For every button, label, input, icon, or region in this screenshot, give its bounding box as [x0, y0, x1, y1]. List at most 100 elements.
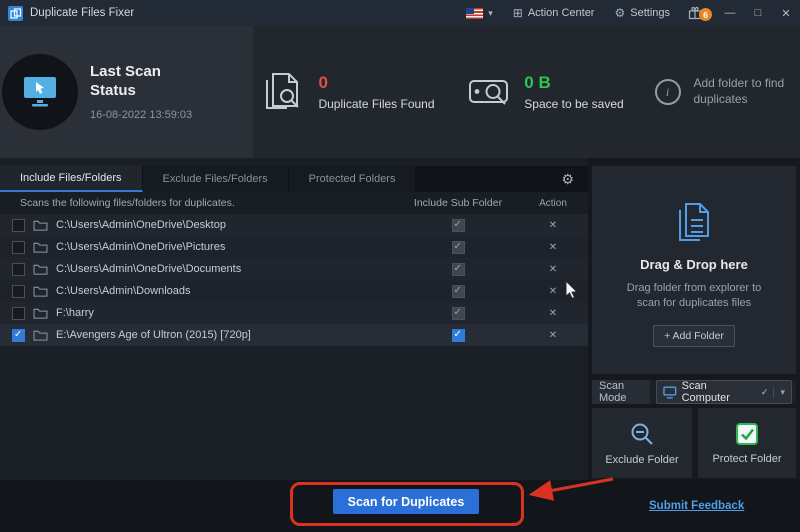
row-subfolder-checkbox[interactable] — [452, 219, 465, 232]
settings-button[interactable]: ⚙ Settings — [604, 7, 680, 19]
space-label: Space to be saved — [524, 97, 623, 111]
row-path-cell: E:\Avengers Age of Ultron (2015) [720p] — [0, 329, 398, 342]
row-subfolder-checkbox[interactable] — [452, 241, 465, 254]
document-icon — [676, 202, 712, 244]
row-select-checkbox[interactable] — [12, 307, 25, 320]
scan-mode-row: Scan Mode Scan Computer ✓ ▾ — [592, 380, 796, 404]
row-subfolder-cell — [398, 241, 518, 254]
table-row[interactable]: C:\Users\Admin\Downloads ✕ — [0, 280, 588, 302]
row-select-checkbox[interactable] — [12, 329, 25, 342]
row-remove-icon[interactable]: ✕ — [518, 308, 588, 319]
table-row[interactable]: E:\Avengers Age of Ultron (2015) [720p] … — [0, 324, 588, 346]
folder-table-body: C:\Users\Admin\OneDrive\Desktop ✕ C:\Use… — [0, 214, 588, 346]
row-select-checkbox[interactable] — [12, 219, 25, 232]
add-folder-hint-section: i Add folder to find duplicates — [648, 26, 800, 158]
titlebar-left: Duplicate Files Fixer — [0, 6, 134, 21]
scan-for-duplicates-button[interactable]: Scan for Duplicates — [333, 489, 479, 514]
row-remove-icon[interactable]: ✕ — [518, 330, 588, 341]
row-path: C:\Users\Admin\OneDrive\Desktop — [56, 219, 226, 231]
magnifier-minus-icon — [629, 421, 655, 447]
folder-icon — [33, 241, 48, 253]
space-value: 0 B — [524, 73, 623, 93]
row-path: E:\Avengers Age of Ultron (2015) [720p] — [56, 329, 251, 341]
row-subfolder-cell — [398, 219, 518, 232]
row-subfolder-checkbox[interactable] — [452, 285, 465, 298]
last-scan-timestamp: 16-08-2022 13:59:03 — [90, 109, 192, 121]
row-remove-icon[interactable]: ✕ — [518, 220, 588, 231]
duplicate-files-icon — [261, 72, 305, 112]
tab-bar: Include Files/Folders Exclude Files/Fold… — [0, 166, 588, 192]
row-select-checkbox[interactable] — [12, 285, 25, 298]
computer-icon — [21, 75, 59, 109]
app-window: Duplicate Files Fixer ▾ ⊞ Action Center … — [0, 0, 800, 532]
check-icon: ✓ — [761, 387, 769, 398]
minimize-button[interactable]: — — [716, 0, 744, 26]
table-row[interactable]: F:\harry ✕ — [0, 302, 588, 324]
tab-exclude-files[interactable]: Exclude Files/Folders — [143, 166, 289, 192]
protect-folder-label: Protect Folder — [712, 453, 781, 465]
language-selector[interactable]: ▾ — [456, 8, 503, 19]
scan-mode-value: Scan Computer — [682, 380, 756, 404]
maximize-button[interactable]: □ — [744, 0, 772, 26]
column-include-sub-label: Include Sub Folder — [398, 197, 518, 209]
tab-include-files[interactable]: Include Files/Folders — [0, 166, 143, 192]
folder-icon — [33, 285, 48, 297]
last-scan-text: Last Scan Status 16-08-2022 13:59:03 — [90, 63, 192, 121]
exclude-folder-button[interactable]: Exclude Folder — [592, 408, 692, 478]
titlebar-right: ▾ ⊞ Action Center ⚙ Settings 6 — [456, 0, 800, 26]
row-select-checkbox[interactable] — [12, 241, 25, 254]
space-saved-text: 0 B Space to be saved — [524, 73, 623, 111]
duplicates-found-text: 0 Duplicate Files Found — [318, 73, 434, 111]
drag-drop-title: Drag & Drop here — [640, 257, 748, 272]
action-center-icon: ⊞ — [513, 7, 523, 19]
row-subfolder-checkbox[interactable] — [452, 329, 465, 342]
row-remove-icon[interactable]: ✕ — [518, 264, 588, 275]
exclude-folder-label: Exclude Folder — [605, 454, 678, 466]
close-button[interactable]: ✕ — [772, 0, 800, 26]
row-select-checkbox[interactable] — [12, 263, 25, 276]
chevron-down-icon: ▾ — [773, 387, 785, 398]
drag-drop-subtitle: Drag folder from explorer to scan for du… — [614, 281, 774, 311]
drag-drop-zone[interactable]: Drag & Drop here Drag folder from explor… — [592, 166, 796, 374]
action-center-label: Action Center — [528, 7, 595, 19]
duplicates-found-section: 0 Duplicate Files Found — [253, 26, 443, 158]
row-remove-icon[interactable]: ✕ — [518, 242, 588, 253]
protect-folder-button[interactable]: Protect Folder — [698, 408, 796, 478]
table-row[interactable]: C:\Users\Admin\OneDrive\Documents ✕ — [0, 258, 588, 280]
duplicates-label: Duplicate Files Found — [318, 97, 434, 111]
gear-icon: ⚙ — [614, 7, 625, 19]
monitor-icon — [663, 386, 677, 399]
row-subfolder-cell — [398, 329, 518, 342]
row-path: F:\harry — [56, 307, 94, 319]
row-remove-icon[interactable]: ✕ — [518, 286, 588, 297]
row-path: C:\Users\Admin\OneDrive\Documents — [56, 263, 241, 275]
table-row[interactable]: C:\Users\Admin\OneDrive\Desktop ✕ — [0, 214, 588, 236]
row-subfolder-checkbox[interactable] — [452, 263, 465, 276]
add-folder-button[interactable]: + Add Folder — [653, 325, 735, 347]
header: Last Scan Status 16-08-2022 13:59:03 0 D… — [0, 26, 800, 158]
last-scan-title: Last Scan Status — [90, 63, 182, 101]
us-flag-icon — [466, 8, 483, 19]
row-path-cell: C:\Users\Admin\OneDrive\Desktop — [0, 219, 398, 232]
row-subfolder-checkbox[interactable] — [452, 307, 465, 320]
table-row[interactable]: C:\Users\Admin\OneDrive\Pictures ✕ — [0, 236, 588, 258]
column-action-label: Action — [518, 198, 588, 209]
duplicates-count: 0 — [318, 73, 434, 93]
submit-feedback-link[interactable]: Submit Feedback — [649, 500, 744, 512]
table-header: Scans the following files/folders for du… — [0, 192, 588, 214]
drive-search-icon — [467, 72, 511, 112]
space-saved-section: 0 B Space to be saved — [443, 26, 648, 158]
action-center-button[interactable]: ⊞ Action Center — [503, 7, 605, 19]
tab-protected-folders[interactable]: Protected Folders — [289, 166, 417, 192]
app-icon — [8, 6, 23, 21]
add-folder-hint: Add folder to find duplicates — [694, 76, 794, 107]
list-settings-gear-icon[interactable]: ⚙ — [547, 171, 588, 188]
row-path: C:\Users\Admin\Downloads — [56, 285, 191, 297]
last-scan-section: Last Scan Status 16-08-2022 13:59:03 — [0, 26, 253, 158]
info-icon: i — [655, 79, 681, 105]
scan-mode-dropdown[interactable]: Scan Computer ✓ ▾ — [656, 380, 792, 404]
offers-button[interactable]: 6 — [680, 6, 716, 20]
app-title: Duplicate Files Fixer — [30, 7, 134, 19]
chevron-down-icon: ▾ — [488, 8, 493, 19]
row-path-cell: C:\Users\Admin\Downloads — [0, 285, 398, 298]
